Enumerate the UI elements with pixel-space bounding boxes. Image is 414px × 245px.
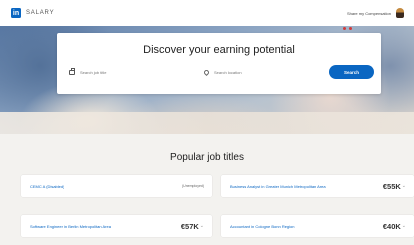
job-title-link[interactable]: CEMC A (Disabled): [30, 184, 64, 189]
dot: [343, 27, 346, 30]
hero-background-desk: [0, 112, 414, 134]
briefcase-icon: [69, 68, 75, 75]
hero-banner: Discover your earning potential Search j…: [0, 26, 414, 134]
decorative-dots: [343, 27, 352, 30]
location-placeholder: Search location: [214, 70, 242, 75]
linkedin-salary-logo[interactable]: in SALARY: [11, 8, 54, 18]
header-actions: Share my Compensation: [347, 8, 404, 18]
job-title-field[interactable]: Search job title: [69, 68, 107, 75]
linkedin-logo-icon: in: [11, 8, 21, 18]
location-pin-icon: [202, 68, 211, 77]
job-card-0[interactable]: CEMC A (Disabled) (Unemployed): [21, 175, 212, 197]
job-title-link[interactable]: Software Engineer in Berlin Metropolitan…: [30, 224, 111, 229]
job-card-2[interactable]: Software Engineer in Berlin Metropolitan…: [21, 215, 212, 237]
search-button[interactable]: Search: [329, 65, 374, 79]
job-title-link[interactable]: Business Analyst in Greater Munich Metro…: [230, 184, 326, 189]
top-bar: in SALARY Share my Compensation: [0, 0, 414, 26]
job-title-link[interactable]: Accountant in Cologne Bonn Region: [230, 224, 295, 229]
chevron-down-icon: ⌄: [401, 183, 406, 189]
job-card-3[interactable]: Accountant in Cologne Bonn Region €40K ⌄: [221, 215, 414, 237]
dot: [349, 27, 352, 30]
job-salary: (Unemployed): [182, 184, 204, 188]
chevron-down-icon: ⌄: [401, 223, 406, 229]
job-title-placeholder: Search job title: [80, 70, 107, 75]
avatar[interactable]: [396, 8, 404, 18]
job-card-1[interactable]: Business Analyst in Greater Munich Metro…: [221, 175, 414, 197]
share-compensation-link[interactable]: Share my Compensation: [347, 11, 391, 16]
brand-name: SALARY: [26, 10, 55, 16]
location-field[interactable]: Search location: [202, 68, 242, 77]
job-salary: €57K: [180, 221, 199, 231]
job-salary: €55K: [382, 181, 401, 191]
search-card: Discover your earning potential Search j…: [57, 33, 381, 94]
search-title: Discover your earning potential: [143, 44, 295, 56]
chevron-down-icon: ⌄: [199, 223, 204, 229]
popular-job-titles-heading: Popular job titles: [170, 152, 244, 163]
job-salary: €40K: [382, 221, 401, 231]
